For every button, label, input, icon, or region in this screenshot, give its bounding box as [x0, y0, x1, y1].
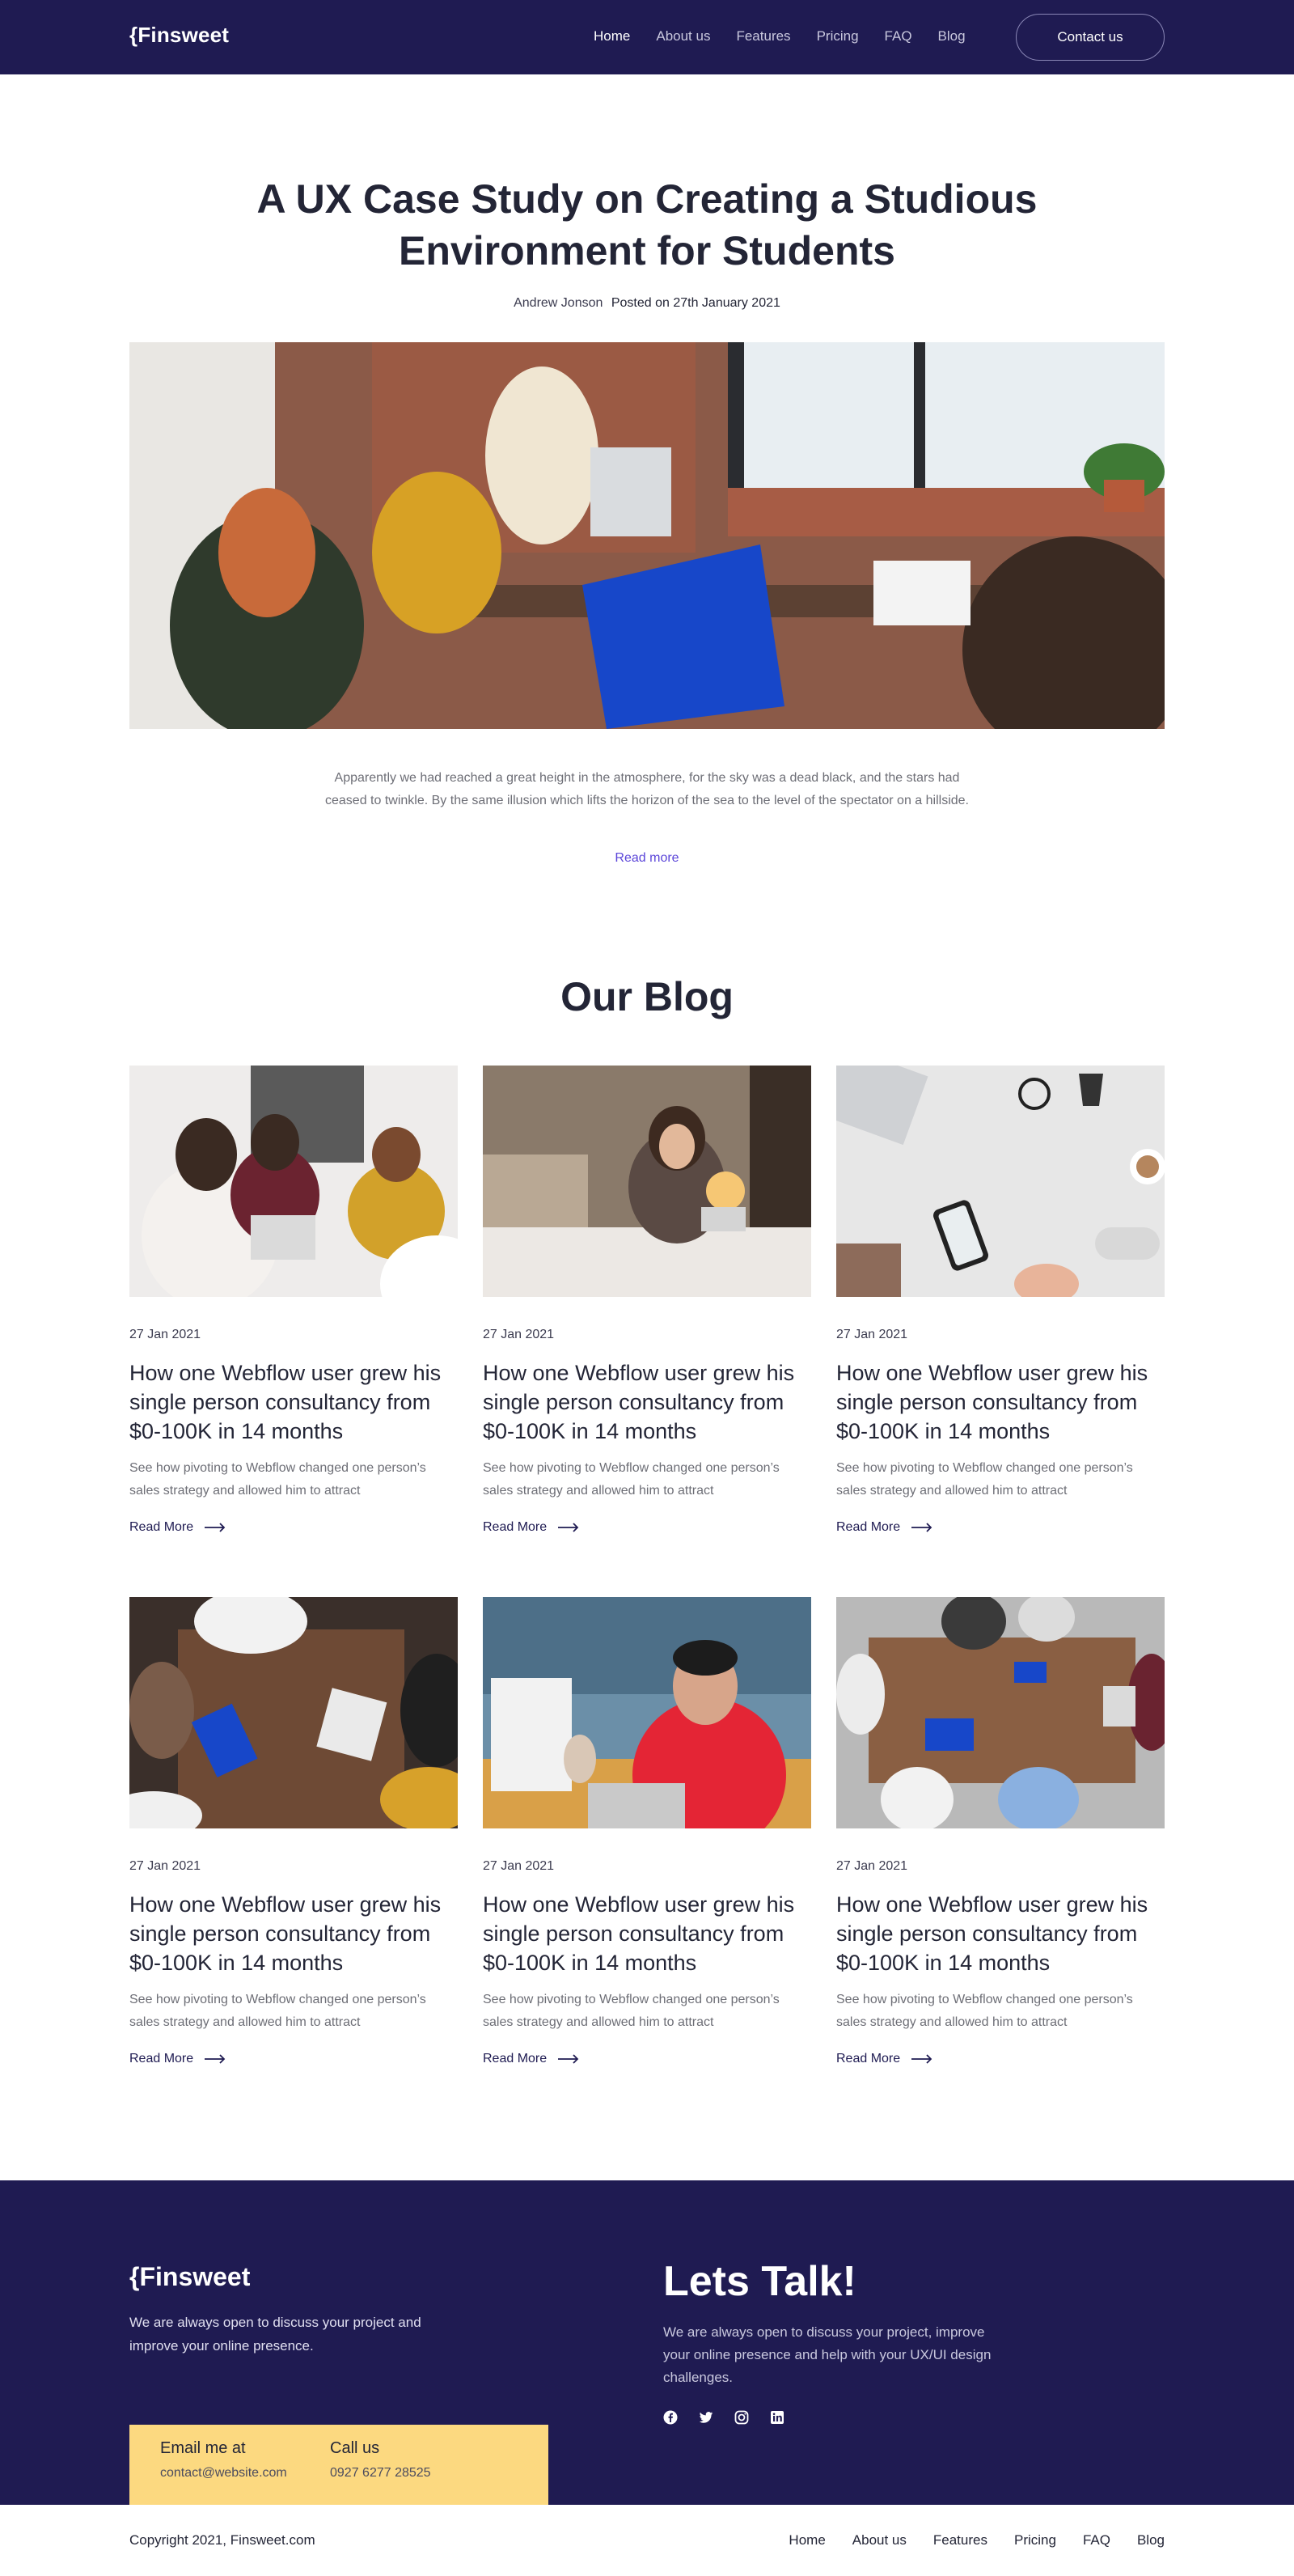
footer-link-about[interactable]: About us: [852, 2532, 907, 2548]
blog-card-image[interactable]: [129, 1597, 458, 1828]
blog-card-read-more[interactable]: Read More: [129, 2052, 458, 2066]
nav-link-about[interactable]: About us: [656, 28, 710, 44]
hero-description: Apparently we had reached a great height…: [325, 771, 969, 807]
footer-link-home[interactable]: Home: [789, 2532, 825, 2548]
page: {Finsweet Home About us Features Pricing…: [0, 0, 1294, 2576]
blog-card[interactable]: 27 Jan 2021 How one Webflow user grew hi…: [836, 1066, 1165, 1535]
blog-card[interactable]: 27 Jan 2021 How one Webflow user grew hi…: [836, 1597, 1165, 2066]
footer-link-blog[interactable]: Blog: [1137, 2532, 1165, 2548]
blog-card-date: 27 Jan 2021: [129, 1328, 201, 1341]
blog-card-excerpt: See how pivoting to Webflow changed one …: [129, 1461, 426, 1498]
blog-card[interactable]: 27 Jan 2021 How one Webflow user grew hi…: [129, 1066, 458, 1535]
phone-link[interactable]: 0927 6277 28525: [330, 2466, 431, 2481]
email-link[interactable]: contact@website.com: [160, 2466, 287, 2481]
footer-logo[interactable]: {Finsweet: [129, 2262, 250, 2292]
facebook-icon[interactable]: [663, 2410, 678, 2425]
author-name[interactable]: Andrew Jonson: [514, 296, 603, 310]
read-more-label: Read More: [129, 2052, 194, 2065]
email-block: Email me at contact@website.com: [160, 2439, 287, 2481]
blog-card-title[interactable]: How one Webflow user grew his single per…: [483, 1890, 811, 1977]
blog-card-image[interactable]: [836, 1066, 1165, 1297]
footer-link-features[interactable]: Features: [933, 2532, 987, 2548]
lets-talk-heading: Lets Talk!: [663, 2258, 856, 2305]
blog-heading: Our Blog: [560, 974, 734, 1019]
blog-card-title[interactable]: How one Webflow user grew his single per…: [836, 1890, 1165, 1977]
blog-card-date: 27 Jan 2021: [129, 1859, 201, 1873]
blog-card-excerpt: See how pivoting to Webflow changed one …: [483, 1461, 780, 1498]
arrow-right-icon: [558, 2054, 579, 2064]
blog-card-image[interactable]: [483, 1066, 811, 1297]
blog-card-read-more[interactable]: Read More: [483, 1520, 811, 1535]
blog-card-title[interactable]: How one Webflow user grew his single per…: [129, 1890, 458, 1977]
blog-card-read-more[interactable]: Read More: [836, 1520, 1165, 1535]
footer-link-pricing[interactable]: Pricing: [1014, 2532, 1056, 2548]
top-nav: {Finsweet Home About us Features Pricing…: [0, 0, 1294, 74]
read-more-label: Read More: [483, 1520, 548, 1534]
blog-card-date: 27 Jan 2021: [836, 1859, 908, 1873]
blog-card-date: 27 Jan 2021: [483, 1859, 555, 1873]
blog-card-read-more[interactable]: Read More: [836, 2052, 1165, 2066]
blog-card-excerpt: See how pivoting to Webflow changed one …: [836, 1993, 1133, 2029]
arrow-right-icon: [205, 1523, 226, 1532]
blog-card-title[interactable]: How one Webflow user grew his single per…: [836, 1358, 1165, 1446]
twitter-icon[interactable]: [699, 2410, 713, 2425]
nav-link-home[interactable]: Home: [594, 28, 630, 44]
post-date: Posted on 27th January 2021: [611, 296, 780, 310]
nav-link-features[interactable]: Features: [736, 28, 790, 44]
nav-link-faq[interactable]: FAQ: [885, 28, 912, 44]
nav-link-blog[interactable]: Blog: [938, 28, 966, 44]
nav-links: Home About us Features Pricing FAQ Blog: [594, 28, 992, 44]
read-more-label: Read More: [836, 1520, 901, 1534]
blog-card-date: 27 Jan 2021: [836, 1328, 908, 1341]
blog-card-date: 27 Jan 2021: [483, 1328, 555, 1341]
footer-link-faq[interactable]: FAQ: [1083, 2532, 1110, 2548]
blog-card-excerpt: See how pivoting to Webflow changed one …: [836, 1461, 1133, 1498]
footer-nav: Home About us Features Pricing FAQ Blog: [762, 2532, 1165, 2548]
lets-talk-description: We are always open to discuss your proje…: [663, 2324, 992, 2385]
page-title: A UX Case Study on Creating a Studious E…: [256, 176, 1038, 273]
phone-label: Call us: [330, 2439, 380, 2457]
blog-card-image[interactable]: [129, 1066, 458, 1297]
blog-card-image[interactable]: [483, 1597, 811, 1828]
read-more-link[interactable]: Read more: [0, 851, 1294, 866]
logo[interactable]: {Finsweet: [129, 23, 229, 48]
linkedin-icon[interactable]: [770, 2410, 784, 2425]
email-label: Email me at: [160, 2439, 246, 2457]
blog-card[interactable]: 27 Jan 2021 How one Webflow user grew hi…: [483, 1597, 811, 2066]
instagram-icon[interactable]: [734, 2410, 749, 2425]
arrow-right-icon: [911, 1523, 932, 1532]
footer-description: We are always open to discuss your proje…: [129, 2315, 421, 2354]
contact-info-box: Email me at contact@website.com Call us …: [129, 2425, 548, 2505]
contact-button[interactable]: Contact us: [1016, 14, 1165, 61]
blog-card-title[interactable]: How one Webflow user grew his single per…: [129, 1358, 458, 1446]
blog-card-excerpt: See how pivoting to Webflow changed one …: [129, 1993, 426, 2029]
blog-card-image[interactable]: [836, 1597, 1165, 1828]
arrow-right-icon: [205, 2054, 226, 2064]
read-more-label: Read More: [129, 1520, 194, 1534]
hero-image: [129, 342, 1165, 729]
read-more-label: Read More: [483, 2052, 548, 2065]
arrow-right-icon: [911, 2054, 932, 2064]
phone-block: Call us 0927 6277 28525: [330, 2439, 431, 2481]
blog-card-read-more[interactable]: Read More: [129, 1520, 458, 1535]
arrow-right-icon: [558, 1523, 579, 1532]
copyright: Copyright 2021, Finsweet.com: [129, 2532, 315, 2548]
read-more-label: Read More: [836, 2052, 901, 2065]
post-meta: Andrew Jonson Posted on 27th January 202…: [0, 296, 1294, 311]
blog-card[interactable]: 27 Jan 2021 How one Webflow user grew hi…: [129, 1597, 458, 2066]
blog-card-read-more[interactable]: Read More: [483, 2052, 811, 2066]
blog-card[interactable]: 27 Jan 2021 How one Webflow user grew hi…: [483, 1066, 811, 1535]
blog-card-excerpt: See how pivoting to Webflow changed one …: [483, 1993, 780, 2029]
blog-card-title[interactable]: How one Webflow user grew his single per…: [483, 1358, 811, 1446]
social-links: [663, 2410, 784, 2425]
nav-link-pricing[interactable]: Pricing: [817, 28, 859, 44]
